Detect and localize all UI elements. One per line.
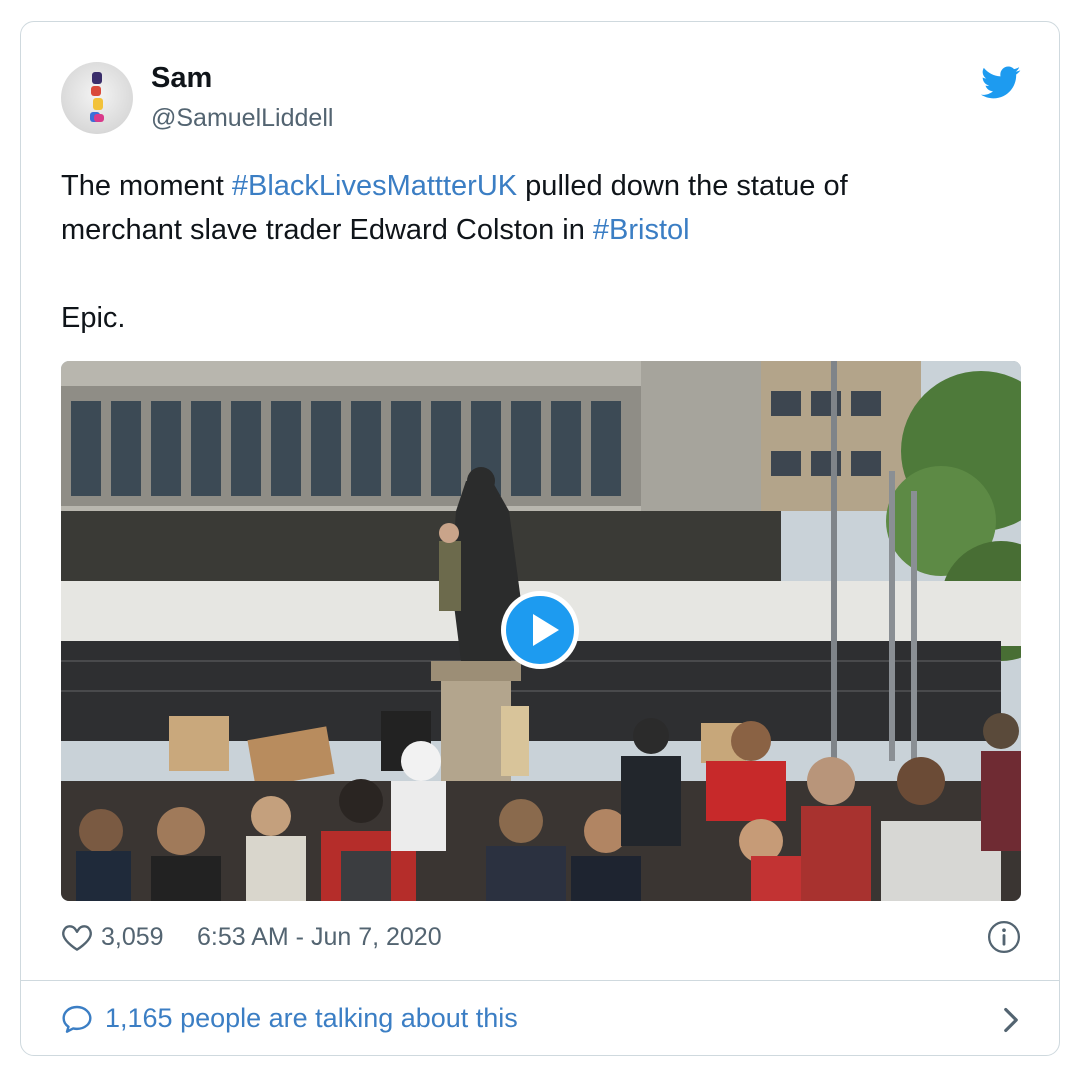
timestamp[interactable]: 6:53 AM - Jun 7, 2020: [197, 923, 442, 952]
tweet-text-paragraph-2: Epic.: [61, 302, 126, 334]
tweet-card[interactable]: Sam @SamuelLiddell The moment #BlackLive…: [20, 21, 1060, 1056]
talking-about-label[interactable]: 1,165 people are talking about this: [105, 1003, 518, 1034]
text-segment: pulled down the statue of: [517, 170, 848, 202]
author-handle[interactable]: @SamuelLiddell: [151, 104, 333, 133]
info-icon[interactable]: [987, 920, 1021, 954]
chevron-right-icon[interactable]: [1001, 1006, 1021, 1034]
author-display-name[interactable]: Sam: [151, 62, 212, 95]
tweet-text-line-2: merchant slave trader Edward Colston in …: [61, 208, 1021, 252]
video-media[interactable]: [61, 361, 1021, 901]
conversation-link[interactable]: 1,165 people are talking about this: [61, 1000, 1021, 1040]
hashtag-bristol[interactable]: #Bristol: [593, 214, 690, 246]
tweet-meta-row: 3,059 6:53 AM - Jun 7, 2020: [61, 918, 1021, 958]
like-count[interactable]: 3,059: [101, 923, 164, 952]
tweet-text-line-1: The moment #BlackLivesMattterUK pulled d…: [61, 164, 1021, 208]
twitter-bird-icon[interactable]: [981, 66, 1021, 100]
avatar[interactable]: [61, 62, 133, 134]
play-button[interactable]: [501, 591, 579, 669]
text-segment: The moment: [61, 170, 232, 202]
speech-bubble-icon: [62, 1005, 92, 1033]
text-segment: merchant slave trader Edward Colston in: [61, 214, 593, 246]
tweet-text: The moment #BlackLivesMattterUK pulled d…: [61, 164, 1021, 340]
divider: [21, 980, 1059, 981]
hashtag-blacklivesmattteruk[interactable]: #BlackLivesMattterUK: [232, 170, 517, 202]
play-icon: [533, 614, 559, 646]
heart-icon[interactable]: [61, 922, 93, 952]
